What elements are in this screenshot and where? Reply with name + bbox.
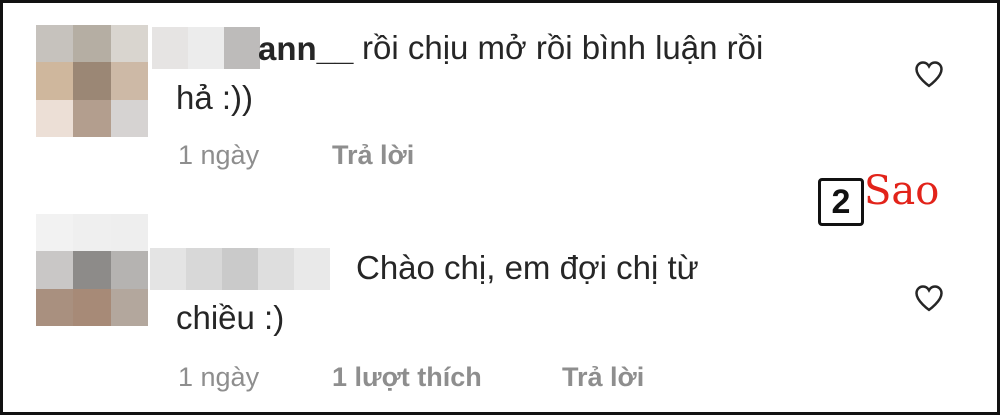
username[interactable]: ann__ bbox=[258, 30, 353, 68]
comment-text-line-2: chiều :) bbox=[176, 299, 285, 336]
comment-text-line-1: rồi chịu mở rồi bình luận rồi bbox=[362, 29, 764, 66]
logo-number: 2 bbox=[818, 178, 864, 226]
comment-text-line-2: hả :)) bbox=[176, 79, 254, 116]
reply-button[interactable]: Trả lời bbox=[562, 362, 644, 393]
avatar[interactable] bbox=[36, 214, 148, 326]
logo-word: Sao bbox=[864, 168, 940, 214]
blurred-username[interactable] bbox=[150, 248, 330, 290]
likes-count[interactable]: 1 lượt thích bbox=[332, 362, 482, 393]
heart-outline-icon[interactable] bbox=[914, 60, 944, 88]
heart-outline-icon[interactable] bbox=[914, 284, 944, 312]
watermark-logo: 2 Sao bbox=[818, 168, 950, 228]
comment-time[interactable]: 1 ngày bbox=[178, 362, 259, 393]
comment-time[interactable]: 1 ngày bbox=[178, 140, 259, 171]
comment-text-line-1: Chào chị, em đợi chị từ bbox=[356, 249, 699, 286]
reply-button[interactable]: Trả lời bbox=[332, 140, 414, 171]
blurred-username[interactable] bbox=[152, 27, 260, 69]
avatar[interactable] bbox=[36, 25, 148, 137]
